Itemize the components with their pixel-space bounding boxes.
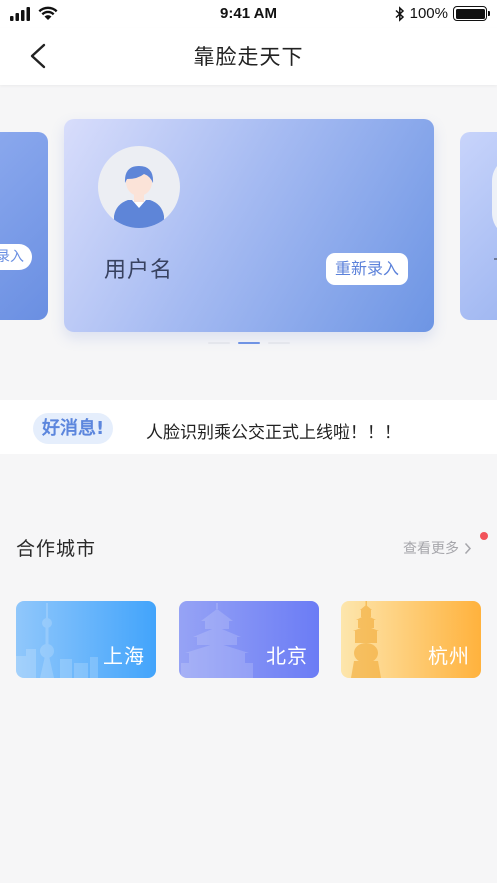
face-card-next[interactable] <box>460 132 497 320</box>
view-more-label[interactable]: 查看更多 <box>403 538 459 558</box>
reenter-button-previous[interactable]: 录入 <box>0 244 32 270</box>
face-card-current[interactable]: 用户名 重新录入 <box>64 119 434 332</box>
partner-cities-title: 合作城市 <box>16 538 97 560</box>
news-text[interactable]: 人脸识别乘公交正式上线啦！！！ <box>146 418 401 443</box>
news-banner[interactable]: 好消息! 人脸识别乘公交正式上线啦！！！ <box>0 400 497 454</box>
battery-percent: 100% <box>409 5 448 22</box>
carousel-dot[interactable] <box>267 342 290 344</box>
face-card-carousel[interactable]: 录入 用户名 重新录入 <box>0 85 497 385</box>
next-card-avatar <box>492 156 497 238</box>
face-card-previous[interactable]: 录入 <box>0 132 48 320</box>
city-name: 北京 <box>266 644 308 668</box>
bluetooth-icon <box>395 5 404 22</box>
city-card-beijing[interactable]: 北京 <box>179 601 319 678</box>
carousel-dot-active[interactable] <box>237 342 260 344</box>
battery-icon <box>453 6 490 21</box>
reenter-face-button[interactable]: 重新录入 <box>326 253 409 285</box>
username-label: 用户名 <box>104 258 174 283</box>
carousel-pagination <box>0 342 497 344</box>
carousel-dot[interactable] <box>207 342 230 344</box>
status-bar: 9:41 AM 100% <box>0 0 497 28</box>
default-user-avatar-icon <box>114 166 164 228</box>
news-badge: 好消息! <box>33 413 114 444</box>
navigation-bar: 靠脸走天下 <box>0 28 497 85</box>
city-card-hangzhou[interactable]: 杭州 <box>341 601 481 678</box>
view-more-link[interactable]: 查看更多 <box>403 538 472 558</box>
status-right: 100% <box>395 5 490 22</box>
city-card-shanghai[interactable]: 上海 <box>16 601 156 678</box>
notification-dot <box>480 532 488 540</box>
page-title: 靠脸走天下 <box>193 45 304 69</box>
user-avatar <box>98 146 180 228</box>
chevron-right-icon <box>464 542 472 554</box>
city-name: 上海 <box>103 644 145 668</box>
city-name: 杭州 <box>428 644 470 668</box>
